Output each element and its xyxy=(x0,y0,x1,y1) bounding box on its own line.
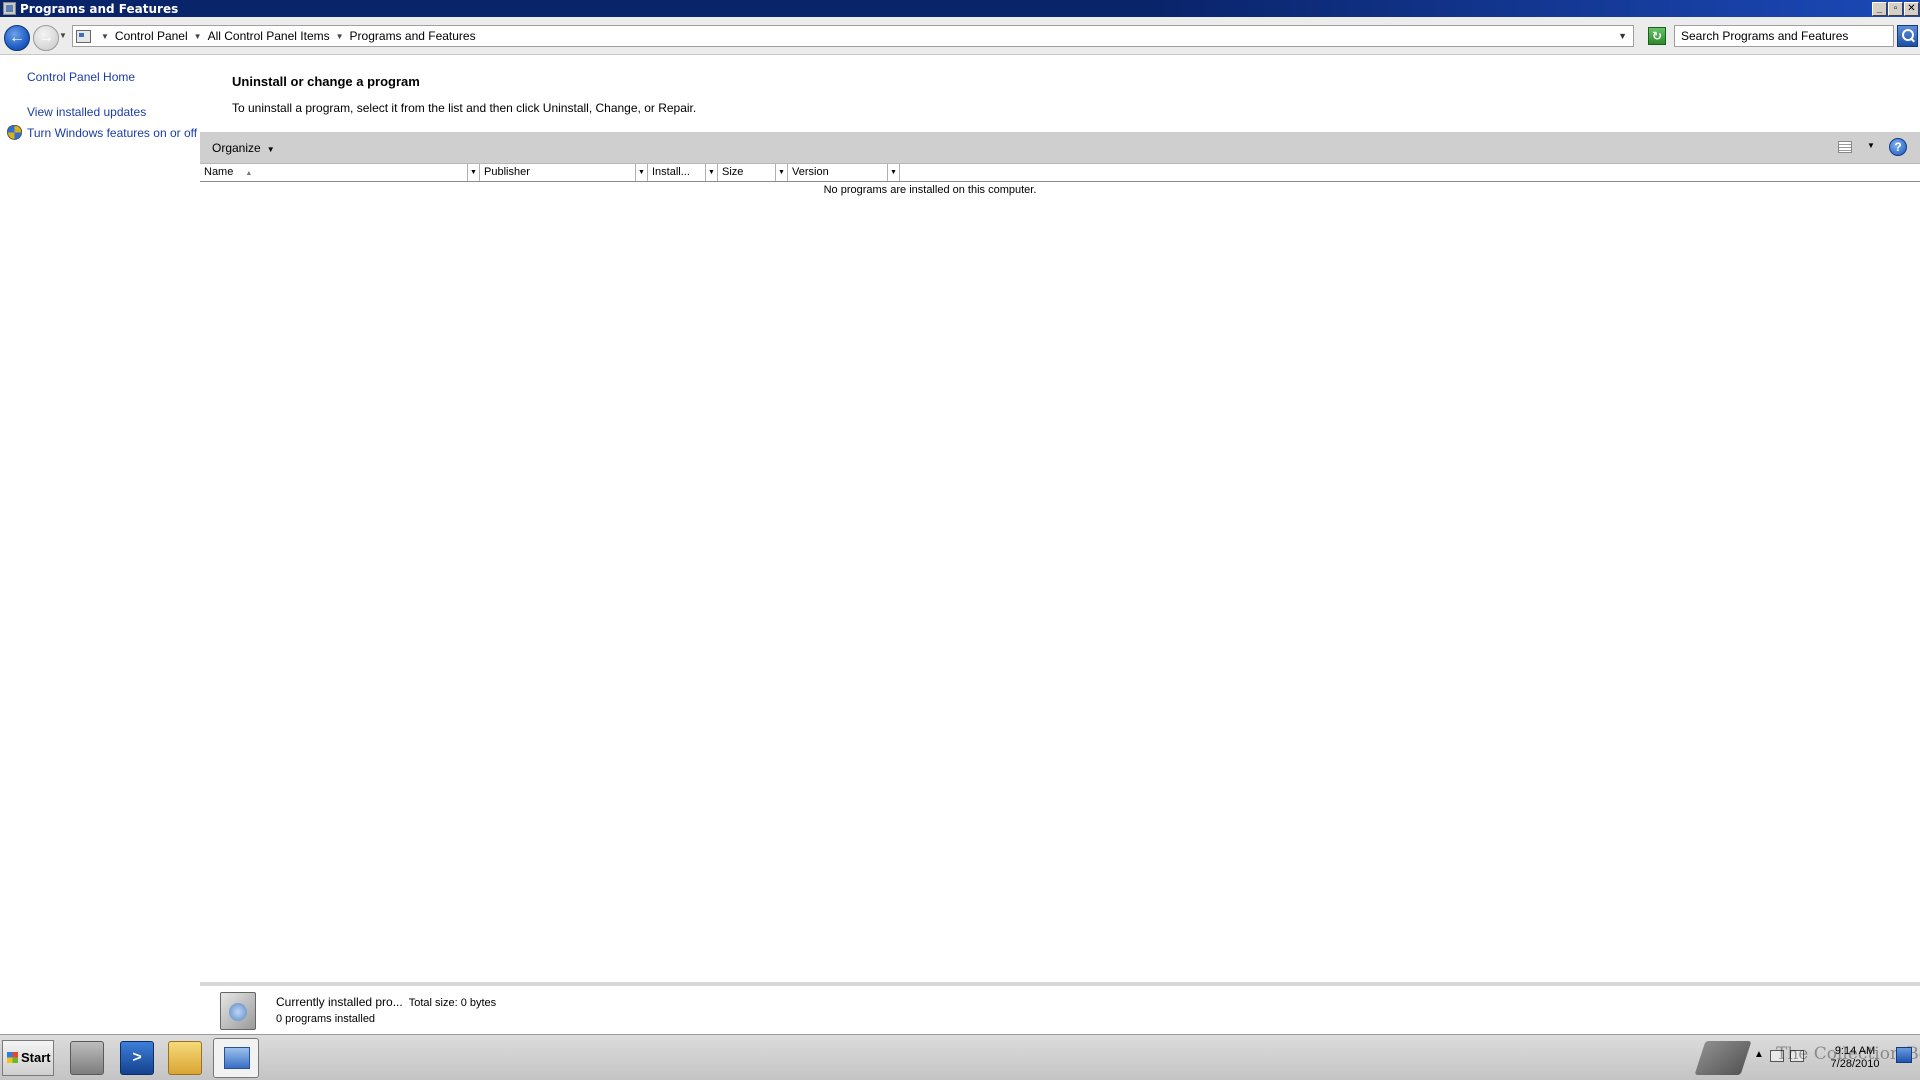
restore-button[interactable]: ▫ xyxy=(1888,1,1903,16)
column-label: Version xyxy=(792,166,829,178)
control-panel-icon xyxy=(3,2,16,15)
back-button[interactable]: ← xyxy=(4,25,30,51)
details-summary: Currently installed pro... Total size: 0 … xyxy=(276,995,496,1009)
start-button[interactable]: Start xyxy=(2,1040,54,1076)
column-header-row: Name ▲ ▼ Publisher ▼ Install... ▼ Size ▼ … xyxy=(200,164,1920,182)
address-bar: ← → ▼ ▼ Control Panel ▼ All Control Pane… xyxy=(0,17,1920,55)
refresh-button[interactable]: ↻ xyxy=(1648,27,1666,45)
breadcrumb[interactable]: ▼ Control Panel ▼ All Control Panel Item… xyxy=(72,25,1634,47)
window-title: Programs and Features xyxy=(20,1,179,16)
column-header-publisher[interactable]: Publisher ▼ xyxy=(480,164,648,181)
details-title: Currently installed pro... xyxy=(276,995,403,1009)
column-header-version[interactable]: Version ▼ xyxy=(788,164,900,181)
view-options-dropdown-icon[interactable]: ▼ xyxy=(1867,141,1875,150)
column-filter-dropdown-icon[interactable]: ▼ xyxy=(467,164,479,181)
breadcrumb-all-items[interactable]: All Control Panel Items xyxy=(208,29,330,43)
control-panel-icon xyxy=(76,29,91,43)
address-history-dropdown-icon[interactable]: ▼ xyxy=(1618,31,1627,41)
total-size: Total size: 0 bytes xyxy=(408,997,497,1009)
clock[interactable]: 9:14 AM 7/28/2010 xyxy=(1818,1045,1892,1071)
window-controls: _ ▫ ✕ xyxy=(1872,1,1919,16)
main-content: Uninstall or change a program To uninsta… xyxy=(200,56,1920,1034)
windows-features-link[interactable]: Turn Windows features on or off xyxy=(27,126,197,140)
minimize-button[interactable]: _ xyxy=(1872,1,1887,16)
forward-arrow-icon: → xyxy=(38,29,54,46)
clock-time: 9:14 AM xyxy=(1834,1045,1876,1057)
column-header-installed-on[interactable]: Install... ▼ xyxy=(648,164,718,181)
chevron-down-icon[interactable]: ▼ xyxy=(194,32,202,41)
recent-pages-dropdown-icon[interactable]: ▼ xyxy=(59,31,67,40)
column-filter-dropdown-icon[interactable]: ▼ xyxy=(705,164,717,181)
column-label: Size xyxy=(722,166,744,178)
column-header-name[interactable]: Name ▲ ▼ xyxy=(200,164,480,181)
chevron-down-icon: ▼ xyxy=(266,145,275,154)
breadcrumb-control-panel[interactable]: Control Panel xyxy=(115,29,188,43)
control-panel-taskbar-button[interactable] xyxy=(213,1038,259,1078)
details-pane: Currently installed pro... Total size: 0 … xyxy=(200,982,1920,1034)
chevron-down-icon[interactable]: ▼ xyxy=(336,32,344,41)
forward-button[interactable]: → xyxy=(33,25,59,51)
clock-date: 7/28/2010 xyxy=(1830,1058,1880,1070)
server-manager-icon[interactable] xyxy=(70,1041,104,1075)
column-header-size[interactable]: Size ▼ xyxy=(718,164,788,181)
command-bar: Organize ▼ ▼ ? xyxy=(200,132,1920,164)
page-title: Uninstall or change a program xyxy=(232,74,420,89)
column-filter-dropdown-icon[interactable]: ▼ xyxy=(775,164,787,181)
organize-button[interactable]: Organize ▼ xyxy=(212,141,275,155)
column-filter-dropdown-icon[interactable]: ▼ xyxy=(887,164,899,181)
back-arrow-icon: ← xyxy=(9,29,25,46)
taskbar: Start > ▲ The Collection Book 9:14 AM 7/… xyxy=(0,1034,1920,1080)
sort-ascending-icon: ▲ xyxy=(245,170,253,177)
empty-list-message: No programs are installed on this comput… xyxy=(823,184,1037,196)
organize-label: Organize xyxy=(212,141,261,155)
task-pane: Control Panel Home View installed update… xyxy=(0,56,198,1034)
shield-icon xyxy=(7,125,22,140)
view-details-icon[interactable] xyxy=(1838,141,1852,153)
book-logo-icon xyxy=(1694,1041,1752,1075)
system-tray: ▲ The Collection Book 9:14 AM 7/28/2010 xyxy=(1694,1035,1920,1080)
search-icon[interactable] xyxy=(1897,25,1918,47)
explorer-folder-icon[interactable] xyxy=(168,1041,202,1075)
close-button[interactable]: ✕ xyxy=(1904,1,1919,16)
control-panel-home-link[interactable]: Control Panel Home xyxy=(27,70,135,84)
breadcrumb-programs-and-features[interactable]: Programs and Features xyxy=(350,29,476,43)
programs-icon xyxy=(220,992,256,1030)
column-label: Publisher xyxy=(484,166,530,178)
column-label: Name xyxy=(204,166,234,178)
search-input[interactable]: Search Programs and Features xyxy=(1674,25,1894,47)
view-installed-updates-link[interactable]: View installed updates xyxy=(27,105,146,119)
page-description: To uninstall a program, select it from t… xyxy=(232,101,697,115)
powershell-icon[interactable]: > xyxy=(120,1041,154,1075)
programs-count: 0 programs installed xyxy=(276,1013,376,1025)
title-bar: Programs and Features _ ▫ ✕ xyxy=(0,0,1920,17)
chevron-down-icon[interactable]: ▼ xyxy=(101,32,109,41)
column-filter-dropdown-icon[interactable]: ▼ xyxy=(635,164,647,181)
help-icon[interactable]: ? xyxy=(1889,138,1907,156)
show-hidden-icons-icon[interactable]: ▲ xyxy=(1754,1049,1764,1060)
show-desktop-icon[interactable] xyxy=(1896,1047,1912,1063)
column-label: Install... xyxy=(652,166,690,178)
